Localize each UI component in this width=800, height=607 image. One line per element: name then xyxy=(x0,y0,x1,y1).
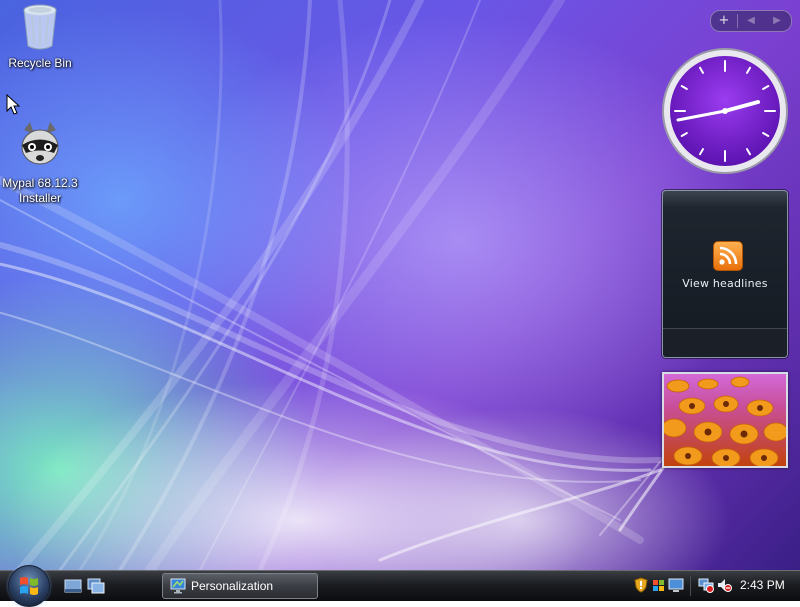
sidebar-controls: + ◀ ▶ xyxy=(710,10,792,32)
raccoon-icon xyxy=(21,122,59,165)
desktop-icon-label: Mypal 68.12.3 Installer xyxy=(2,176,78,205)
desktop-icon-mypal-installer[interactable]: Mypal 68.12.3 Installer xyxy=(0,120,80,206)
display-icon[interactable] xyxy=(668,577,684,593)
feed-headlines-gadget[interactable]: View headlines xyxy=(662,190,788,358)
feed-gadget-footer xyxy=(663,328,787,357)
add-gadget-button[interactable]: + xyxy=(711,11,737,31)
start-button[interactable] xyxy=(8,565,50,607)
switch-windows-icon[interactable] xyxy=(87,578,105,594)
display-settings-icon xyxy=(170,578,186,594)
slideshow-gadget-photo[interactable] xyxy=(662,372,788,468)
next-page-button[interactable]: ▶ xyxy=(764,11,790,31)
rss-icon xyxy=(713,241,743,271)
previous-page-button[interactable]: ◀ xyxy=(738,11,764,31)
tray-clock[interactable]: 2:43 PM xyxy=(740,578,785,592)
desktop-icon-recycle-bin[interactable]: Recycle Bin xyxy=(0,0,80,71)
taskbar: Personalization 2:43 PM xyxy=(0,565,800,607)
volume-muted-icon[interactable] xyxy=(716,577,732,593)
desktop-icon-label: Recycle Bin xyxy=(8,56,72,70)
windows-update-icon[interactable] xyxy=(651,577,667,593)
security-shield-icon[interactable] xyxy=(633,577,649,593)
network-icon[interactable] xyxy=(698,577,714,593)
view-headlines-link[interactable]: View headlines xyxy=(663,277,787,290)
taskbar-button-label: Personalization xyxy=(191,579,274,593)
taskbar-button-personalization[interactable]: Personalization xyxy=(162,573,318,599)
windows-logo-icon xyxy=(20,577,38,595)
tray-divider xyxy=(690,576,691,596)
desktop[interactable]: Recycle Bin Mypal 68.12.3 Installer + ◀ … xyxy=(0,0,800,570)
clock-gadget[interactable] xyxy=(660,46,790,176)
mouse-pointer-icon xyxy=(6,94,20,115)
show-desktop-icon[interactable] xyxy=(64,578,82,594)
recycle-bin-icon xyxy=(23,4,57,50)
